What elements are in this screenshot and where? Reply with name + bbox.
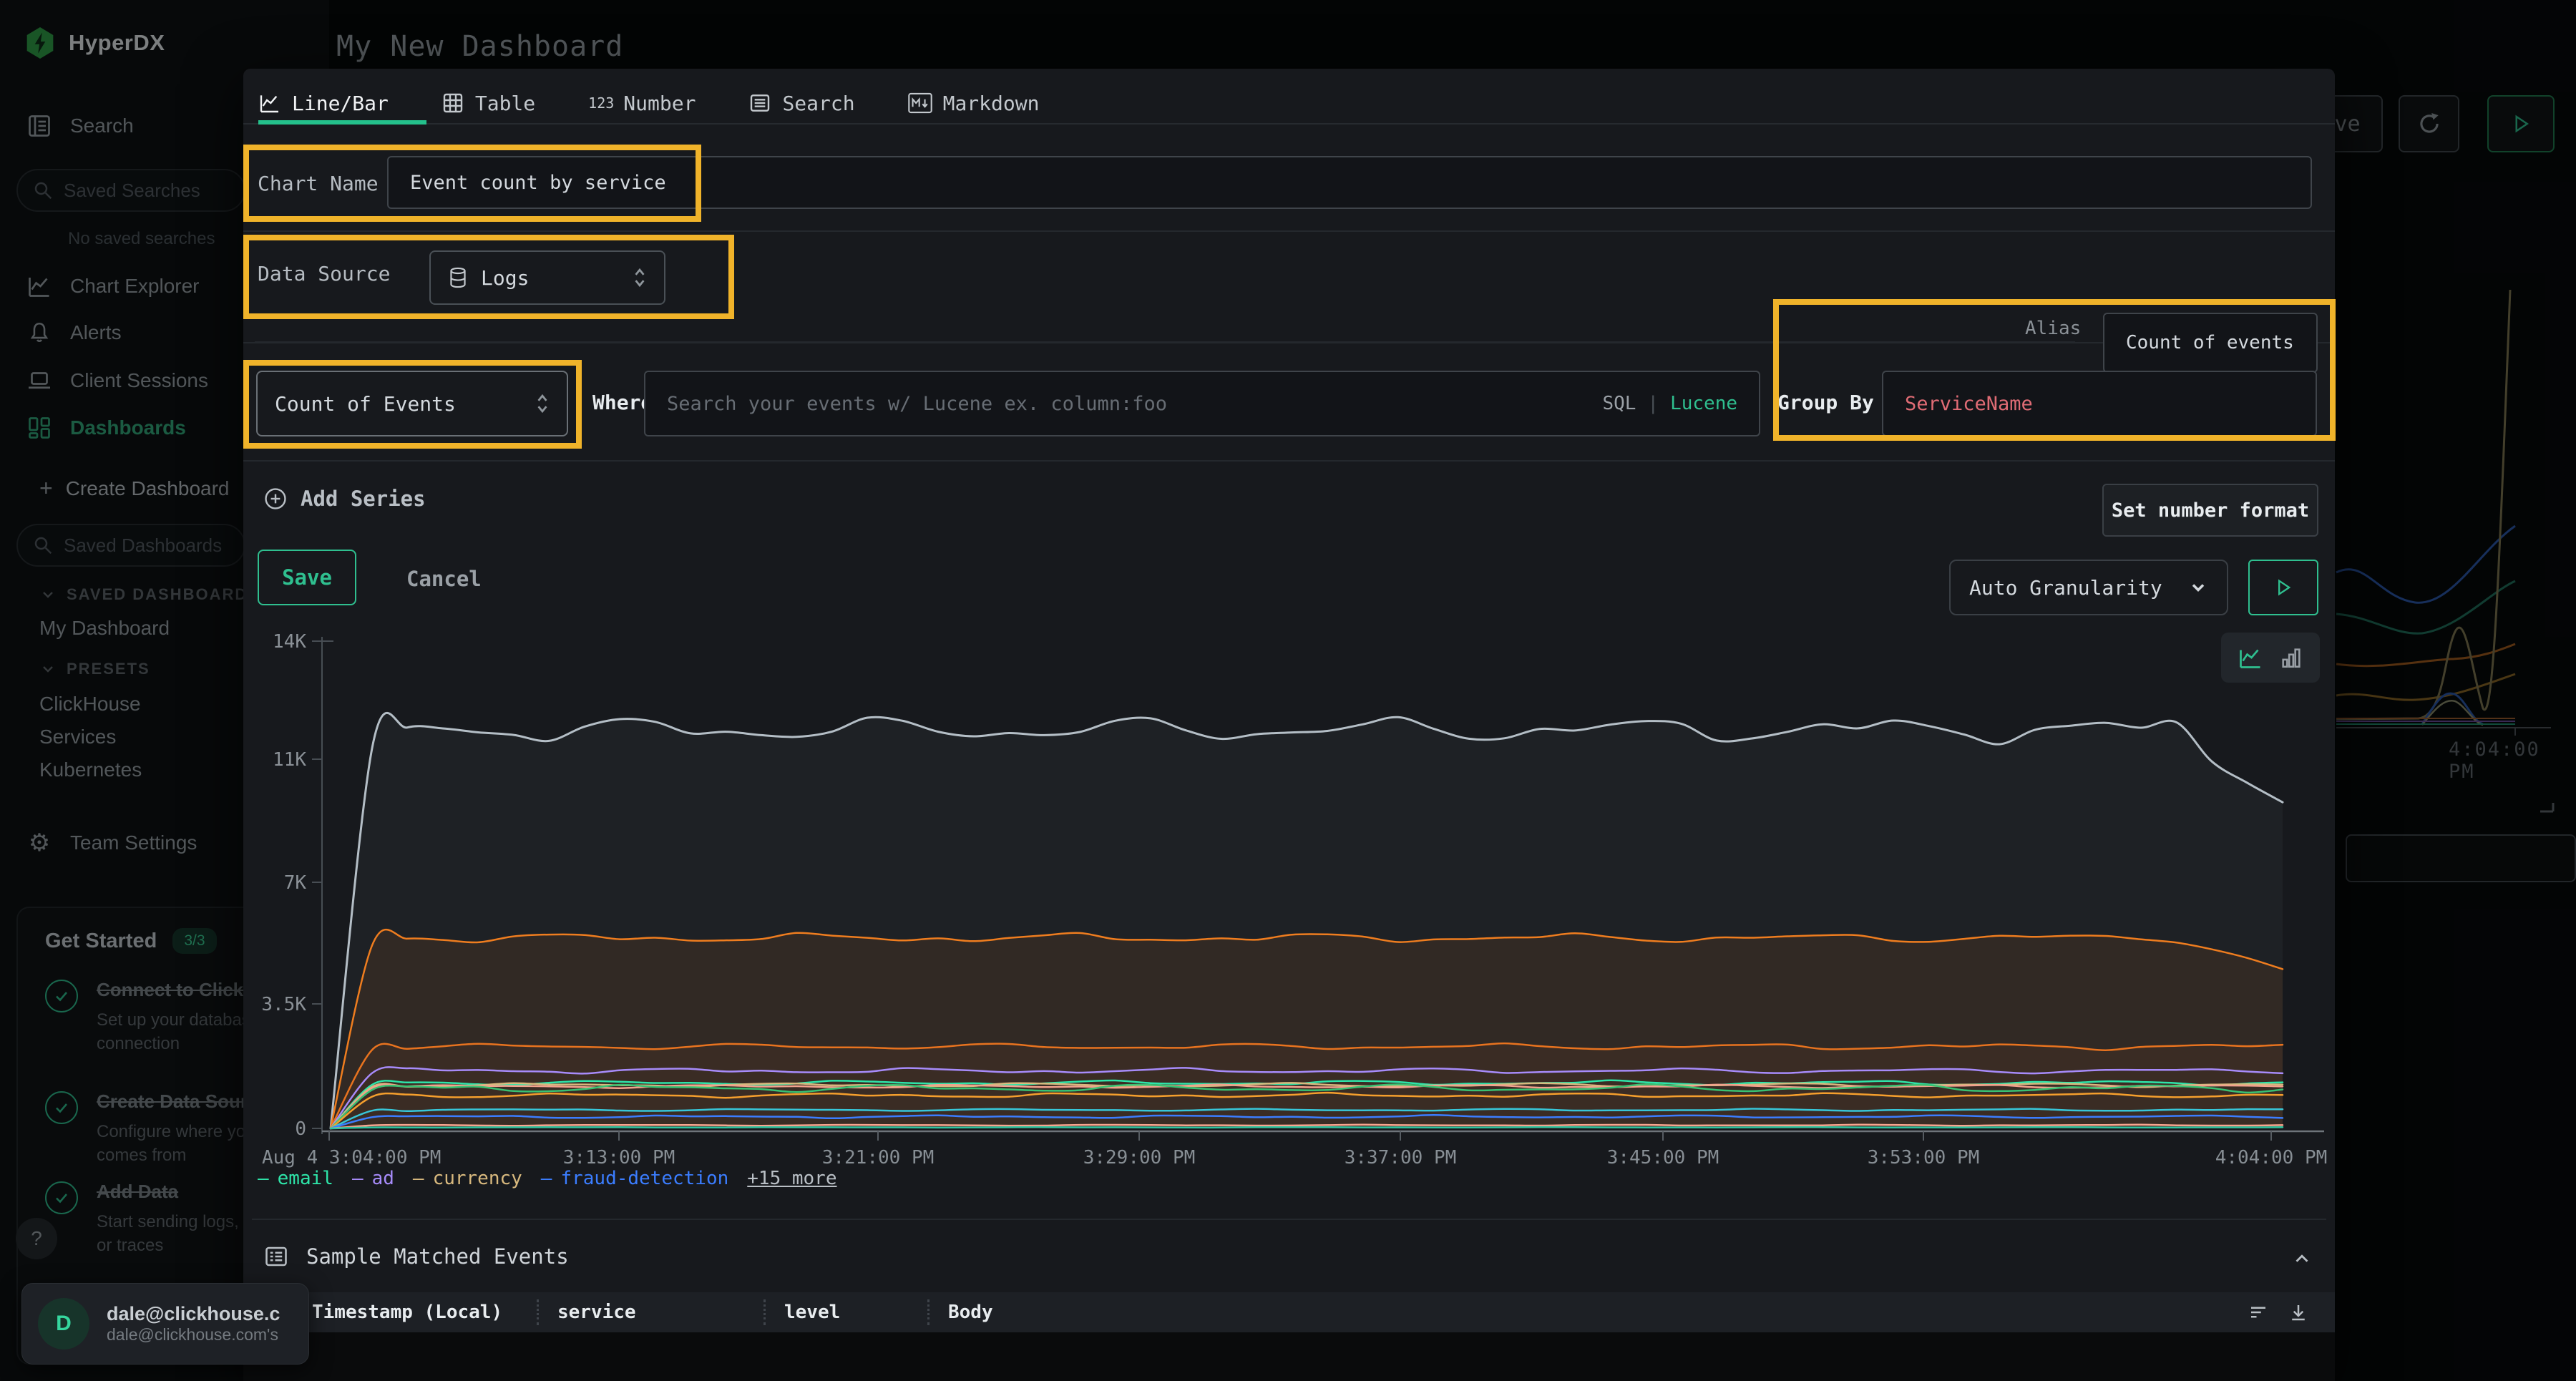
svg-text:Aug 4 3:04:00 PM: Aug 4 3:04:00 PM [262, 1147, 441, 1168]
chart-display-toggle [2221, 633, 2320, 683]
updown-chevron-icon [535, 393, 550, 414]
database-icon [448, 267, 468, 288]
run-chart-button[interactable] [2248, 560, 2318, 615]
profile-chip[interactable]: D dale@clickhouse.c dale@clickhouse.com'… [21, 1283, 309, 1365]
123-icon: 123 [588, 94, 614, 112]
profile-email: dale@clickhouse.c [107, 1303, 291, 1325]
legend-label: currency [433, 1168, 522, 1189]
row-divider [243, 460, 2335, 462]
group-by-label: Group By [1777, 391, 1874, 414]
tabs-divider [243, 123, 2335, 125]
group-by-input[interactable] [1882, 371, 2317, 436]
markdown-icon [908, 92, 932, 114]
legend-label: email [278, 1168, 333, 1189]
legend-swatch: — [258, 1168, 269, 1189]
svg-text:7K: 7K [284, 872, 307, 894]
legend-item[interactable]: — ad [352, 1168, 394, 1189]
bar-view-icon[interactable] [2279, 645, 2303, 670]
svg-text:3:37:00 PM: 3:37:00 PM [1345, 1147, 1457, 1168]
legend-more-link[interactable]: +15 more [747, 1168, 836, 1189]
list-doc-icon [748, 92, 771, 114]
active-tab-underline [258, 120, 426, 125]
tab-markdown[interactable]: Markdown [908, 84, 1040, 122]
download-icon[interactable] [2288, 1302, 2309, 1323]
set-number-format-button[interactable]: Set number format [2102, 484, 2318, 537]
play-icon [2273, 577, 2293, 597]
svg-text:3.5K: 3.5K [261, 994, 306, 1015]
svg-text:3:21:00 PM: 3:21:00 PM [822, 1147, 935, 1168]
chart-editor-modal: Line/Bar Table 123 Number Search [243, 69, 2335, 1381]
plus-circle-icon [263, 487, 288, 511]
column-level[interactable]: level [766, 1292, 927, 1332]
tab-line-bar[interactable]: Line/Bar [258, 84, 389, 122]
svg-text:4:04:00 PM: 4:04:00 PM [2215, 1147, 2328, 1168]
svg-text:3:53:00 PM: 3:53:00 PM [1868, 1147, 1980, 1168]
sort-icon[interactable] [2248, 1302, 2269, 1323]
row-divider [243, 230, 2335, 232]
column-service[interactable]: service [539, 1292, 763, 1332]
sample-events-header[interactable]: Sample Matched Events [263, 1244, 569, 1269]
alias-label: Alias [2025, 318, 2081, 339]
series-divider [255, 342, 2075, 343]
tab-table[interactable]: Table [441, 84, 535, 122]
row-divider [252, 1219, 2326, 1220]
legend-item[interactable]: — email [258, 1168, 333, 1189]
data-source-label: Data Source [258, 262, 390, 286]
app-root: My New Dashboard Save 4:04:00 PM [0, 0, 2576, 1381]
list-icon [263, 1244, 289, 1269]
avatar: D [38, 1298, 89, 1350]
main-chart-svg[interactable]: 0 3.5K 7K 11K 14K Aug 4 3:04:00 PM 3:13:00 PM 3… [258, 630, 2326, 1188]
where-input[interactable]: SQL | Lucene [644, 371, 1760, 436]
profile-subtitle: dale@clickhouse.com's [107, 1325, 291, 1345]
query-language-toggle[interactable]: SQL | Lucene [1602, 393, 1737, 414]
data-source-select[interactable]: Logs [429, 250, 665, 305]
legend-swatch: — [413, 1168, 424, 1189]
granularity-select[interactable]: Auto Granularity [1949, 560, 2228, 615]
table-icon [441, 92, 464, 114]
sql-toggle[interactable]: SQL [1602, 393, 1636, 414]
legend-label: ad [372, 1168, 394, 1189]
svg-text:3:29:00 PM: 3:29:00 PM [1083, 1147, 1196, 1168]
svg-text:14K: 14K [273, 631, 306, 653]
save-button[interactable]: Save [258, 550, 356, 605]
legend-swatch: — [352, 1168, 364, 1189]
collapse-chevron-icon[interactable] [2291, 1248, 2313, 1269]
add-series-button[interactable]: Add Series [263, 487, 426, 511]
chevron-down-icon [2188, 577, 2208, 597]
line-chart-icon [258, 92, 281, 114]
legend-swatch: — [541, 1168, 552, 1189]
chart-name-label: Chart Name [258, 172, 379, 195]
legend-label: fraud-detection [560, 1168, 728, 1189]
tab-number[interactable]: 123 Number [588, 84, 696, 122]
legend-item[interactable]: — currency [413, 1168, 522, 1189]
chart-name-input[interactable] [387, 156, 2312, 209]
svg-text:11K: 11K [273, 749, 306, 771]
updown-chevron-icon [633, 267, 647, 288]
aggregation-select[interactable]: Count of Events [256, 371, 568, 436]
svg-text:3:13:00 PM: 3:13:00 PM [563, 1147, 675, 1168]
svg-text:3:45:00 PM: 3:45:00 PM [1607, 1147, 1719, 1168]
chart-type-tabs: Line/Bar Table 123 Number Search [258, 84, 1039, 122]
chart-legend: — email — ad — currency — fraud-detection +15 mo… [258, 1168, 837, 1189]
cancel-button[interactable]: Cancel [406, 567, 482, 591]
tab-search[interactable]: Search [748, 84, 854, 122]
legend-item[interactable]: — fraud-detection [541, 1168, 728, 1189]
column-body[interactable]: Body [930, 1292, 2248, 1332]
svg-text:0: 0 [295, 1118, 306, 1140]
line-view-icon[interactable] [2238, 645, 2263, 670]
sample-events-table-body [243, 1332, 2335, 1381]
sample-events-table-header: Timestamp (Local) service level Body [243, 1292, 2335, 1332]
lucene-toggle[interactable]: Lucene [1670, 393, 1737, 414]
alias-input[interactable] [2103, 313, 2318, 373]
